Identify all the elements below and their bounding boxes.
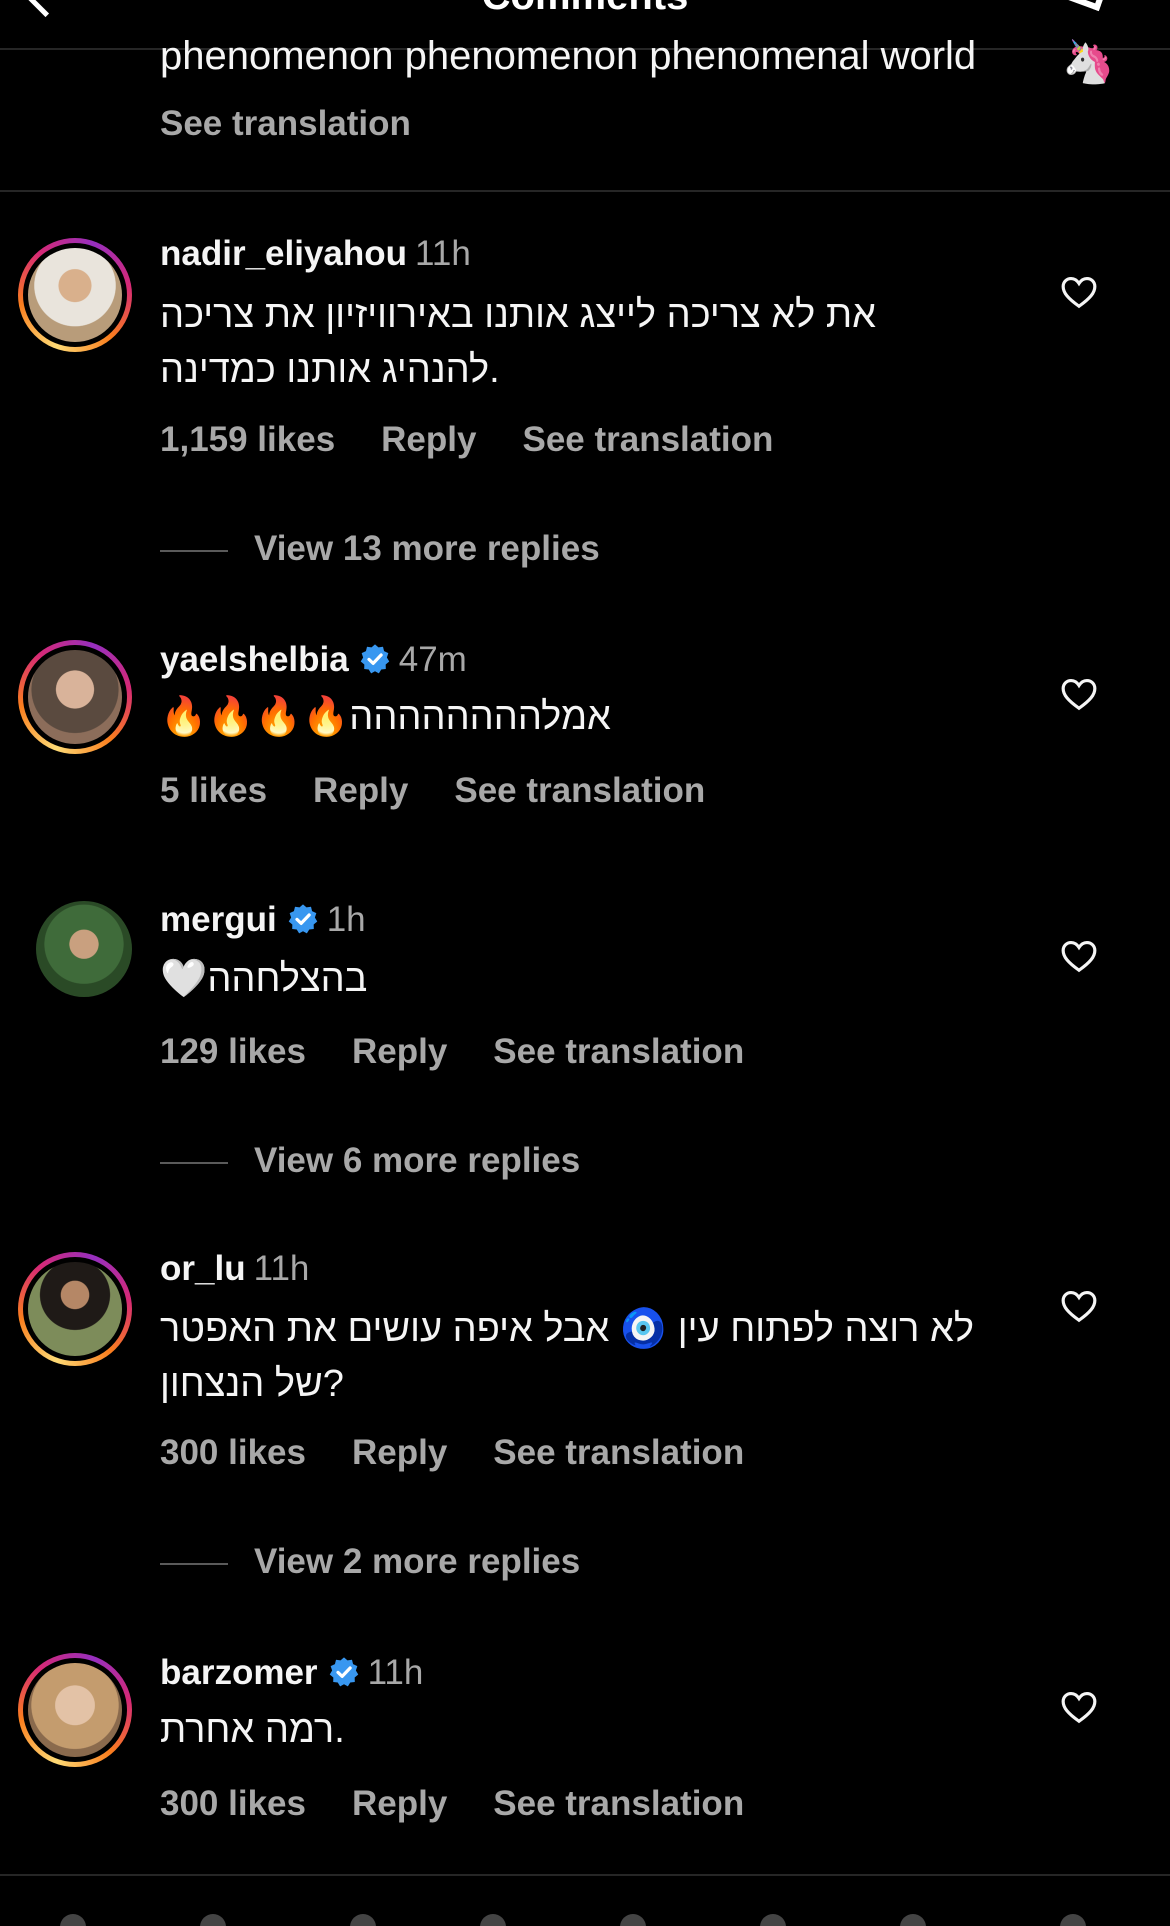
see-translation-link[interactable]: See translation [160,104,411,144]
username[interactable]: barzomer [160,1653,318,1692]
heart-icon[interactable] [1060,274,1098,310]
comment-text-line: 🔥🔥🔥🔥אמלהההההההה [160,696,611,738]
comment-text-line: 🤍בהצלחהה [160,958,368,1000]
avatar[interactable] [18,1252,132,1366]
username[interactable]: yaelshelbia [160,640,349,679]
thread-line [160,1161,228,1164]
emoji-icon[interactable] [60,1914,86,1926]
likes-count[interactable]: 300 likes [160,1433,306,1472]
avatar[interactable] [18,238,132,352]
verified-badge-icon [287,903,319,935]
avatar-photo-icon [28,1262,122,1356]
page-title: Comments [0,0,1170,19]
comment-text-line: את לא צריכה לייצג אותנו באירוויזיון את צ… [160,294,876,336]
see-translation-link[interactable]: See translation [454,771,705,810]
timestamp: 11h [367,1653,424,1692]
divider [0,1874,1170,1876]
see-translation-link[interactable]: See translation [493,1032,744,1071]
likes-count[interactable]: 129 likes [160,1032,306,1071]
reply-button[interactable]: Reply [352,1032,447,1071]
emoji-icon[interactable] [200,1914,226,1926]
reply-button[interactable]: Reply [313,771,408,810]
reply-button[interactable]: Reply [352,1784,447,1823]
view-more-replies-button[interactable]: View 6 more replies [160,1141,580,1181]
avatar[interactable] [18,640,132,754]
emoji-icon[interactable] [350,1914,376,1926]
view-more-label: View 2 more replies [254,1542,581,1581]
view-more-replies-button[interactable]: View 13 more replies [160,529,600,569]
see-translation-link[interactable]: See translation [493,1784,744,1823]
reply-button[interactable]: Reply [352,1433,447,1472]
view-more-label: View 13 more replies [254,529,600,568]
comment-text-line: רמה אחרת. [160,1709,345,1751]
emoji-reaction-bar [0,1900,1170,1926]
avatar-photo-icon [28,650,122,744]
emoji-icon[interactable] [480,1914,506,1926]
heart-icon[interactable] [1060,676,1098,712]
emoji-icon[interactable] [620,1914,646,1926]
comment-actions: 129 likes Reply See translation [160,1032,790,1072]
username[interactable]: nadir_eliyahou [160,234,407,273]
likes-count[interactable]: 1,159 likes [160,420,335,459]
verified-badge-icon [359,643,391,675]
likes-count[interactable]: 300 likes [160,1784,306,1823]
previous-comment-text: phenomenon phenomenon phenomenal world [160,34,977,78]
comment-text-line: של הנצחון? [160,1363,344,1405]
comment-header: barzomer 11h [160,1653,423,1693]
timestamp: 47m [398,640,467,679]
unicorn-emoji: 🦄 [1062,38,1115,85]
comment-actions: 300 likes Reply See translation [160,1433,790,1473]
heart-icon[interactable] [1060,1689,1098,1725]
username[interactable]: mergui [160,900,277,939]
heart-icon[interactable] [1060,938,1098,974]
comment-header: nadir_eliyahou 11h [160,234,471,274]
avatar[interactable] [36,901,132,997]
verified-badge-icon [328,1656,360,1688]
reply-button[interactable]: Reply [381,420,476,459]
emoji-icon[interactable] [900,1914,926,1926]
view-more-label: View 6 more replies [254,1141,581,1180]
divider [0,190,1170,192]
emoji-icon[interactable] [1060,1914,1086,1926]
comment-text-line: לא רוצה לפתוח עין 🧿 אבל איפה עושים את הא… [160,1308,974,1350]
timestamp: 11h [415,234,471,273]
avatar-photo-icon [28,1663,122,1757]
view-more-replies-button[interactable]: View 2 more replies [160,1542,580,1582]
comment-actions: 5 likes Reply See translation [160,771,751,811]
comment-actions: 1,159 likes Reply See translation [160,420,819,460]
comment-header: mergui 1h [160,900,366,940]
username[interactable]: or_lu [160,1249,246,1288]
timestamp: 1h [326,900,366,939]
heart-icon[interactable] [1060,1288,1098,1324]
comment-header: yaelshelbia 47m [160,640,467,680]
likes-count[interactable]: 5 likes [160,771,267,810]
comment-actions: 300 likes Reply See translation [160,1784,790,1824]
thread-line [160,549,228,552]
avatar-photo-icon [28,248,122,342]
timestamp: 11h [253,1249,310,1288]
comment-text-line: להנהיג אותנו כמדינה. [160,349,500,391]
comment-header: or_lu 11h [160,1249,309,1289]
see-translation-link[interactable]: See translation [493,1433,744,1472]
thread-line [160,1562,228,1565]
emoji-icon[interactable] [760,1914,786,1926]
see-translation-link[interactable]: See translation [522,420,773,459]
avatar[interactable] [18,1653,132,1767]
